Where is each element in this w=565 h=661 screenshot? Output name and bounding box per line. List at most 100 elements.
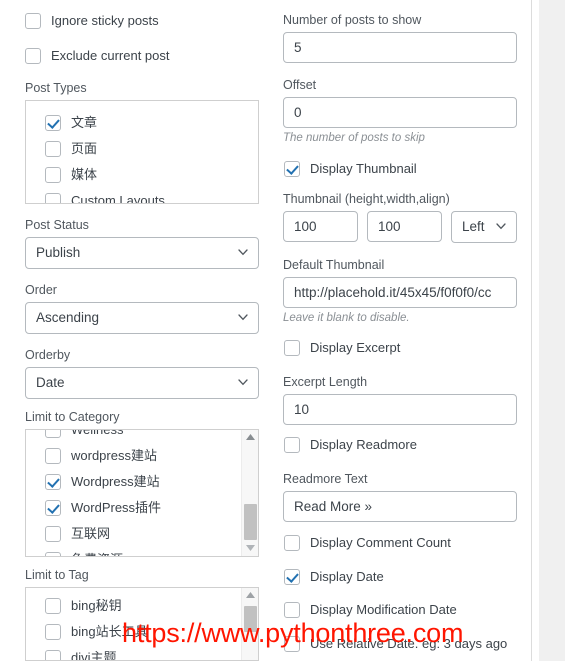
checkbox-box-post-type-0[interactable] (45, 115, 61, 131)
checkbox-box-exclude-current[interactable] (25, 48, 41, 64)
default-thumbnail-value: http://placehold.it/45x45/f0f0f0/cc (294, 285, 492, 300)
checkbox-box-tag-1[interactable] (45, 624, 61, 640)
checkbox-box-post-type-1[interactable] (45, 141, 61, 157)
chevron-down-icon (496, 223, 506, 230)
limit-to-category-label: Limit to Category (25, 410, 120, 424)
order-value: Ascending (36, 310, 100, 325)
list-item-label: bing秘钥 (71, 598, 122, 613)
checkbox-box-display-excerpt[interactable] (284, 340, 300, 356)
checkbox-label-ignore-sticky: Ignore sticky posts (51, 13, 159, 28)
post-status-select[interactable]: Publish (25, 237, 259, 269)
list-item-label: Custom Layouts (71, 193, 165, 204)
list-item-label: wordpress建站 (71, 448, 157, 463)
list-item[interactable]: WordPress插件 (26, 495, 258, 521)
list-item[interactable]: bing秘钥 (26, 593, 258, 619)
list-item[interactable]: 免费资源 (26, 547, 258, 556)
list-item[interactable]: wordpress建站 (26, 443, 258, 469)
orderby-label: Orderby (25, 348, 71, 362)
checkbox-box-display-comment-count[interactable] (284, 535, 300, 551)
number-of-posts-group: Number of posts to show 5 (283, 13, 517, 63)
list-item[interactable]: 页面 (26, 136, 258, 162)
list-item[interactable]: 文章 (26, 110, 258, 136)
checkbox-display-date[interactable]: Display Date (284, 569, 384, 585)
checkbox-label-display-thumbnail: Display Thumbnail (310, 161, 417, 176)
orderby-group: Orderby Date (25, 348, 259, 399)
list-item-label: Wellness (71, 429, 124, 437)
checkbox-box-category-5[interactable] (45, 552, 61, 556)
checkbox-box-display-thumbnail[interactable] (284, 161, 300, 177)
checkbox-box-post-type-2[interactable] (45, 167, 61, 183)
checkbox-ignore-sticky-posts[interactable]: Ignore sticky posts (25, 13, 159, 29)
limit-to-tag-label: Limit to Tag (25, 568, 89, 582)
thumbnail-height-value: 100 (294, 219, 317, 234)
checkbox-label-display-comment-count: Display Comment Count (310, 535, 451, 550)
checkbox-box-category-3[interactable] (45, 500, 61, 516)
offset-value: 0 (294, 105, 302, 120)
list-item[interactable]: Wordpress建站 (26, 469, 258, 495)
post-types-group: Post Types 文章 页面 媒体 Custom Layouts (25, 81, 259, 204)
order-group: Order Ascending (25, 283, 259, 334)
readmore-text-input[interactable]: Read More » (283, 491, 517, 522)
checkbox-box-display-modification-date[interactable] (284, 602, 300, 618)
checkbox-display-thumbnail[interactable]: Display Thumbnail (284, 161, 417, 177)
readmore-text-value: Read More » (294, 499, 373, 514)
readmore-text-label: Readmore Text (283, 472, 368, 486)
scroll-up-arrow-icon[interactable] (242, 430, 258, 445)
checkbox-box-ignore-sticky[interactable] (25, 13, 41, 29)
checkbox-label-display-date: Display Date (310, 569, 384, 584)
checkbox-display-excerpt[interactable]: Display Excerpt (284, 340, 400, 356)
scroll-up-arrow-icon[interactable] (242, 588, 258, 603)
checkbox-box-tag-2[interactable] (45, 650, 61, 660)
limit-to-category-listbox[interactable]: Wellness wordpress建站 Wordpress建站 WordPre… (25, 429, 259, 557)
list-item[interactable]: Custom Layouts (26, 188, 258, 204)
excerpt-length-label: Excerpt Length (283, 375, 368, 389)
post-status-label: Post Status (25, 218, 89, 232)
excerpt-length-input[interactable]: 10 (283, 394, 517, 425)
excerpt-length-group: Excerpt Length 10 (283, 375, 517, 425)
checkbox-box-display-readmore[interactable] (284, 437, 300, 453)
checkbox-box-category-1[interactable] (45, 448, 61, 464)
checkbox-display-modification-date[interactable]: Display Modification Date (284, 602, 457, 618)
orderby-value: Date (36, 375, 65, 390)
right-gutter (539, 0, 565, 661)
checkbox-box-category-4[interactable] (45, 526, 61, 542)
checkbox-exclude-current-post[interactable]: Exclude current post (25, 48, 170, 64)
scroll-down-arrow-icon[interactable] (242, 541, 258, 556)
category-scrollbar[interactable] (241, 430, 258, 556)
chevron-down-icon (238, 249, 248, 256)
list-item[interactable]: 互联网 (26, 521, 258, 547)
thumbnail-height-input[interactable]: 100 (283, 211, 358, 242)
checkbox-box-tag-0[interactable] (45, 598, 61, 614)
list-item-label: 媒体 (71, 167, 98, 182)
post-types-listbox[interactable]: 文章 页面 媒体 Custom Layouts (25, 100, 259, 204)
offset-input[interactable]: 0 (283, 97, 517, 128)
number-of-posts-label: Number of posts to show (283, 13, 422, 27)
offset-group: Offset 0 The number of posts to skip (283, 78, 517, 145)
thumbnail-width-input[interactable]: 100 (367, 211, 442, 242)
thumbnail-group: Thumbnail (height,width,align) 100 100 L… (283, 192, 523, 243)
checkbox-box-display-date[interactable] (284, 569, 300, 585)
number-of-posts-input[interactable]: 5 (283, 32, 517, 63)
checkbox-display-comment-count[interactable]: Display Comment Count (284, 535, 451, 551)
post-types-label: Post Types (25, 81, 87, 95)
thumbnail-align-select[interactable]: Left (451, 211, 517, 243)
checkbox-box-category-0[interactable] (45, 430, 61, 438)
watermark-url: https://www.pythonthree.com (122, 618, 464, 648)
list-item-label: 免费资源 (71, 552, 123, 556)
orderby-select[interactable]: Date (25, 367, 259, 399)
checkbox-label-exclude-current: Exclude current post (51, 48, 170, 63)
limit-to-category-group: Limit to Category Wellness wordpress建站 W… (25, 410, 259, 557)
order-select[interactable]: Ascending (25, 302, 259, 334)
list-item[interactable]: 媒体 (26, 162, 258, 188)
checkbox-box-post-type-3[interactable] (45, 193, 61, 203)
post-status-value: Publish (36, 245, 81, 260)
checkbox-display-readmore[interactable]: Display Readmore (284, 437, 417, 453)
checkbox-box-category-2[interactable] (45, 474, 61, 490)
number-of-posts-value: 5 (294, 40, 302, 55)
category-scrollbar-thumb[interactable] (244, 504, 257, 540)
list-item-label: divi主题 (71, 650, 117, 661)
default-thumbnail-help-text: Leave it blank to disable. (283, 312, 410, 324)
thumbnail-label: Thumbnail (height,width,align) (283, 192, 450, 206)
default-thumbnail-input[interactable]: http://placehold.it/45x45/f0f0f0/cc (283, 277, 517, 308)
list-item[interactable]: Wellness (26, 429, 258, 443)
